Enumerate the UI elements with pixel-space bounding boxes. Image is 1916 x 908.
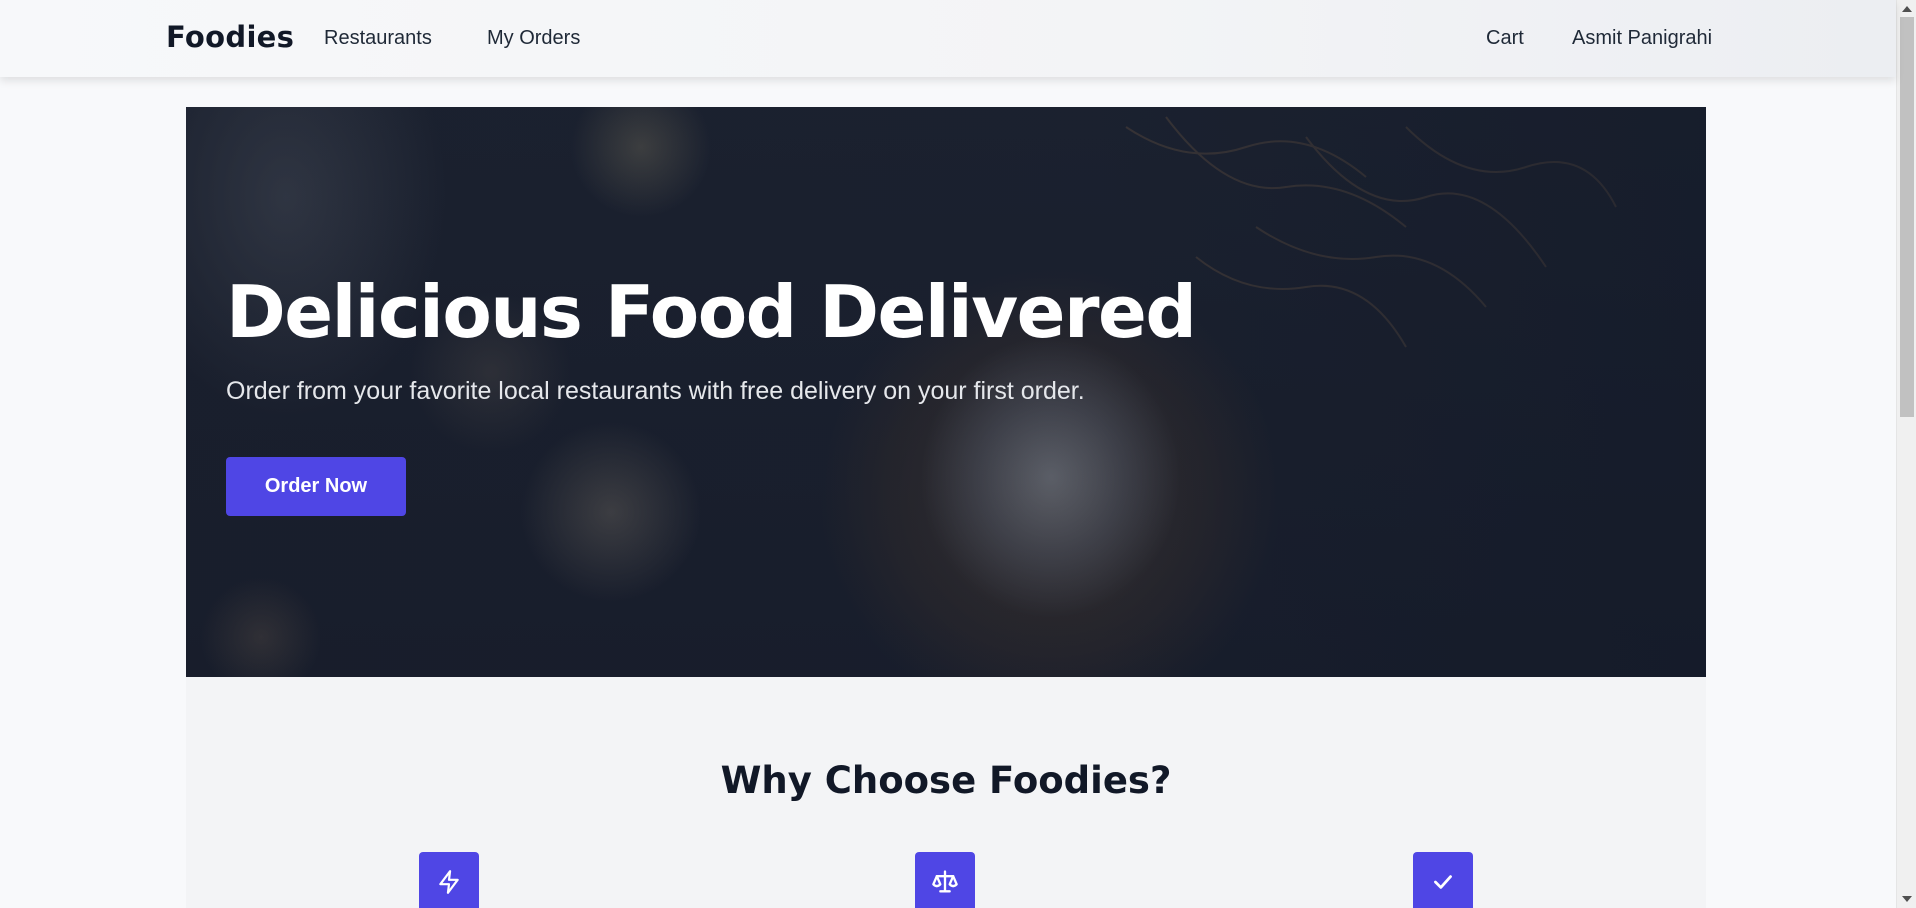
hero-banner: Delicious Food Delivered Order from your…	[186, 107, 1706, 677]
nav-link-user-profile[interactable]: Asmit Panigrahi	[1572, 27, 1712, 50]
top-navbar: Foodies Restaurants My Orders Cart Asmit…	[0, 0, 1896, 77]
scrollbar-thumb[interactable]	[1900, 17, 1914, 417]
nav-link-restaurants[interactable]: Restaurants	[324, 27, 432, 50]
page-scrollbar[interactable]	[1896, 0, 1916, 908]
lightning-icon	[419, 852, 479, 908]
section-title: Why Choose Foodies?	[720, 759, 1172, 802]
brand-logo[interactable]: Foodies	[166, 20, 294, 54]
why-choose-section: Why Choose Foodies?	[186, 677, 1706, 908]
check-icon	[1413, 852, 1473, 908]
hero-subtitle: Order from your favorite local restauran…	[226, 377, 1085, 405]
nav-link-my-orders[interactable]: My Orders	[487, 27, 580, 50]
scale-icon	[915, 852, 975, 908]
nav-link-cart[interactable]: Cart	[1486, 27, 1524, 50]
hero-title: Delicious Food Delivered	[226, 270, 1197, 354]
scroll-down-arrow-icon[interactable]	[1902, 896, 1912, 902]
scroll-up-arrow-icon[interactable]	[1902, 6, 1912, 12]
order-now-button[interactable]: Order Now	[226, 457, 406, 516]
